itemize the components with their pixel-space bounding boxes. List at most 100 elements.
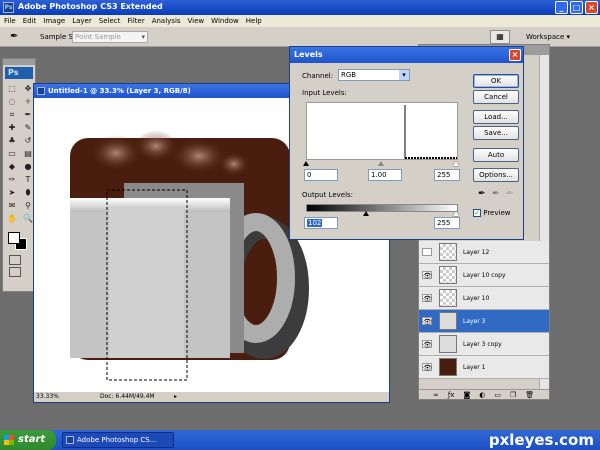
hand-tool-icon[interactable]: ✋: [5, 213, 19, 225]
input-white-slider[interactable]: [453, 161, 459, 166]
layer-thumbnail: [439, 358, 457, 376]
visibility-eye-icon[interactable]: [422, 248, 432, 256]
layer-name: Layer 3 copy: [463, 341, 502, 348]
start-button[interactable]: start: [0, 430, 56, 450]
layer-mask-icon[interactable]: ◙: [463, 390, 470, 399]
preview-toggle[interactable]: ✓ Preview: [473, 209, 510, 217]
layer-row[interactable]: 👁 Layer 10 copy: [419, 264, 549, 287]
channel-select[interactable]: RGB ▾: [338, 69, 410, 81]
clone-stamp-icon[interactable]: ♣: [5, 135, 19, 147]
link-layers-icon[interactable]: ∞: [433, 390, 439, 399]
auto-button[interactable]: Auto: [473, 148, 519, 162]
menu-filter[interactable]: Filter: [127, 15, 144, 27]
eyedropper-tool-icon[interactable]: ✒: [10, 31, 18, 42]
white-point-eyedropper-icon[interactable]: ✒: [506, 189, 514, 199]
cancel-button[interactable]: Cancel: [473, 90, 519, 104]
lasso-tool-icon[interactable]: ◌: [5, 96, 19, 108]
visibility-eye-icon[interactable]: 👁: [422, 294, 432, 303]
output-black-slider[interactable]: [363, 211, 369, 216]
output-black-field[interactable]: 102: [304, 217, 338, 229]
delete-layer-icon[interactable]: 🗑: [525, 390, 534, 399]
menu-window[interactable]: Window: [211, 15, 239, 27]
layer-style-icon[interactable]: ƒx: [448, 390, 455, 399]
document-icon: [37, 87, 45, 95]
save-button[interactable]: Save...: [473, 126, 519, 140]
foreground-color-swatch[interactable]: [8, 232, 20, 244]
output-levels-label: Output Levels:: [302, 191, 354, 199]
marquee-tool-icon[interactable]: ⬚: [5, 83, 19, 95]
preview-label: Preview: [483, 209, 511, 217]
ok-button[interactable]: OK: [473, 74, 519, 88]
eraser-tool-icon[interactable]: ▭: [5, 148, 19, 160]
layer-row[interactable]: Layer 12: [419, 241, 549, 264]
new-group-icon[interactable]: ▭: [494, 390, 501, 399]
menu-layer[interactable]: Layer: [72, 15, 92, 27]
levels-close-button[interactable]: ×: [509, 49, 521, 61]
status-menu-arrow-icon[interactable]: ▸: [174, 392, 177, 402]
layer-row[interactable]: 👁 Layer 3 copy: [419, 333, 549, 356]
minimize-button[interactable]: _: [555, 1, 568, 14]
new-layer-icon[interactable]: ❐: [510, 390, 516, 399]
screen-mode-icon[interactable]: [9, 267, 21, 277]
menu-help[interactable]: Help: [246, 15, 262, 27]
mug-highlight: [109, 206, 184, 358]
chevron-down-icon: ▾: [399, 70, 409, 80]
gray-point-eyedropper-icon[interactable]: ✒: [492, 189, 500, 199]
taskbar-item-photoshop[interactable]: Adobe Photoshop CS...: [62, 432, 174, 448]
layer-row[interactable]: 👁 Layer 10: [419, 287, 549, 310]
load-button[interactable]: Load...: [473, 110, 519, 124]
input-gamma-slider[interactable]: [378, 161, 384, 166]
steam-wisp: [90, 135, 142, 171]
visibility-eye-icon[interactable]: 👁: [422, 363, 432, 372]
options-button[interactable]: Options...: [473, 168, 519, 182]
input-gamma-field[interactable]: 1.00: [368, 169, 402, 181]
menu-select[interactable]: Select: [99, 15, 121, 27]
document-status-bar: 33.33% Doc: 6.44M/49.4M ▸: [34, 392, 389, 402]
start-label: start: [18, 434, 46, 445]
adjustment-layer-icon[interactable]: ◐: [479, 390, 485, 399]
bridge-icon[interactable]: ▦: [490, 30, 510, 44]
sample-size-select[interactable]: Point Sample ▾: [72, 31, 148, 43]
visibility-eye-icon[interactable]: 👁: [422, 317, 432, 326]
menu-analysis[interactable]: Analysis: [152, 15, 181, 27]
crop-tool-icon[interactable]: ⌗: [5, 109, 19, 121]
layer-thumbnail: [439, 266, 457, 284]
black-point-eyedropper-icon[interactable]: ✒: [478, 189, 486, 199]
input-black-slider[interactable]: [303, 161, 309, 166]
input-white-field[interactable]: 255: [434, 169, 460, 181]
workspace-label: Workspace: [526, 33, 565, 41]
pen-tool-icon[interactable]: ✑: [5, 174, 19, 186]
watermark: pxleyes.com: [488, 431, 594, 449]
healing-brush-icon[interactable]: ✚: [5, 122, 19, 134]
steam-wisp: [218, 152, 250, 176]
layer-row[interactable]: 👁 Layer 3: [419, 310, 549, 333]
quick-mask-icon[interactable]: [9, 255, 21, 265]
menu-view[interactable]: View: [188, 15, 205, 27]
zoom-field[interactable]: 33.33%: [36, 392, 59, 402]
menu-edit[interactable]: Edit: [23, 15, 37, 27]
maximize-button[interactable]: □: [570, 1, 583, 14]
preview-checkbox[interactable]: ✓: [473, 209, 481, 217]
levels-title-bar[interactable]: Levels ×: [290, 47, 523, 63]
output-white-slider[interactable]: [453, 211, 459, 216]
layer-row[interactable]: 👁 Layer 1: [419, 356, 549, 379]
tools-palette: Ps ⬚ ✥ ◌ ✧ ⌗ ✒ ✚ ✎ ♣ ↺ ▭ ▤ ◆ ● ✑ T ➤ ⬮ ✉…: [2, 58, 36, 292]
path-selection-icon[interactable]: ➤: [5, 187, 19, 199]
layers-footer: ∞ ƒx ◙ ◐ ▭ ❐ 🗑: [419, 389, 549, 399]
doc-size-info: Doc: 6.44M/49.4M: [100, 393, 155, 400]
histogram: [306, 102, 458, 160]
visibility-eye-icon[interactable]: 👁: [422, 271, 432, 280]
tools-palette-header[interactable]: [3, 59, 35, 65]
notes-tool-icon[interactable]: ✉: [5, 200, 19, 212]
menu-image[interactable]: Image: [43, 15, 65, 27]
output-white-field[interactable]: 255: [434, 217, 460, 229]
menu-file[interactable]: File: [4, 15, 16, 27]
levels-title: Levels: [294, 50, 323, 59]
blur-tool-icon[interactable]: ◆: [5, 161, 19, 173]
visibility-eye-icon[interactable]: 👁: [422, 340, 432, 349]
workspace-menu[interactable]: Workspace ▾: [526, 33, 570, 41]
app-title: Adobe Photoshop CS3 Extended: [18, 2, 163, 11]
close-button[interactable]: ×: [585, 1, 598, 14]
input-black-field[interactable]: 0: [304, 169, 338, 181]
levels-dialog: Levels × Channel: RGB ▾ Input Levels: 0 …: [289, 46, 524, 240]
